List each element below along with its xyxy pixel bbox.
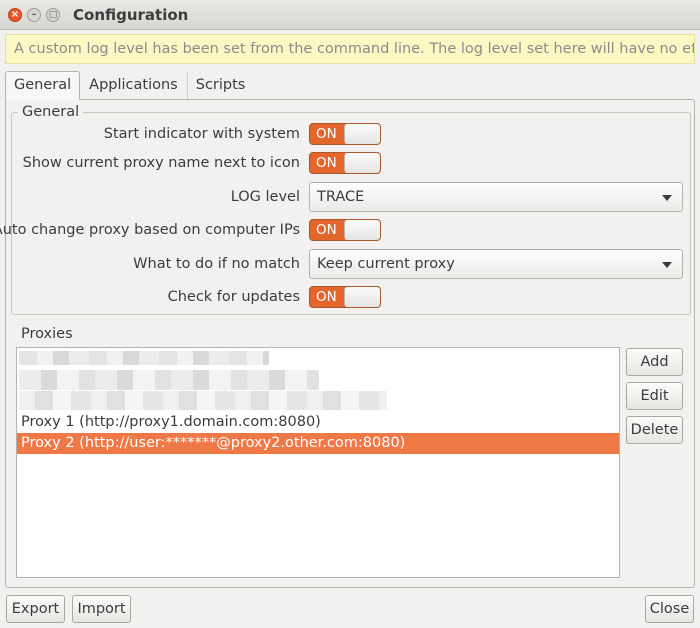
show-proxy-name-row: Show current proxy name next to icon ON [12,151,692,175]
auto-change-label: Auto change proxy based on computer IPs [0,222,300,238]
proxy-list-item-selected[interactable]: Proxy 2 (http://user:*******@proxy2.othe… [17,433,619,454]
show-proxy-name-toggle[interactable]: ON [309,152,381,174]
log-level-row: LOG level TRACE [12,182,692,212]
window-title: Configuration [73,6,189,24]
add-proxy-button[interactable]: Add [626,348,683,376]
tab-bar: General Applications Scripts [5,71,254,100]
toggle-on-label: ON [316,126,337,142]
tab-applications[interactable]: Applications [80,71,187,100]
maximize-window-icon[interactable]: □ [46,8,60,22]
minimize-window-icon[interactable]: – [27,8,41,22]
no-match-value: Keep current proxy [317,256,455,272]
no-match-row: What to do if no match Keep current prox… [12,249,692,279]
proxies-group-title: Proxies [17,325,77,343]
tab-general[interactable]: General [5,71,81,100]
show-proxy-name-label: Show current proxy name next to icon [22,155,300,171]
start-indicator-toggle[interactable]: ON [309,123,381,145]
toggle-knob [344,287,380,307]
import-button[interactable]: Import [72,595,131,623]
toggle-on-label: ON [316,155,337,171]
log-level-info-bar: A custom log level has been set from the… [5,34,695,64]
dropdown-arrow-icon [662,262,672,268]
check-updates-toggle[interactable]: ON [309,286,381,308]
title-bar: × – □ Configuration [0,0,700,30]
general-group-title: General [18,103,84,121]
log-level-label: LOG level [230,189,300,205]
proxy-list-item[interactable]: Proxy 1 (http://proxy1.domain.com:8080) [17,412,619,433]
log-level-value: TRACE [317,189,365,205]
redacted-entry [19,391,387,410]
tab-scripts[interactable]: Scripts [186,71,255,100]
export-button[interactable]: Export [6,595,65,623]
start-indicator-label: Start indicator with system [103,126,300,142]
general-group: General Start indicator with system ON S… [0,103,692,315]
dropdown-arrow-icon [662,195,672,201]
toggle-knob [344,124,380,144]
check-updates-label: Check for updates [167,289,300,305]
toggle-knob [344,220,380,240]
toggle-on-label: ON [316,222,337,238]
close-window-icon[interactable]: × [8,8,22,22]
check-updates-row: Check for updates ON [12,285,692,309]
edit-proxy-button[interactable]: Edit [626,382,683,410]
toggle-on-label: ON [316,289,337,305]
redacted-entry [19,370,319,390]
no-match-label: What to do if no match [133,256,300,272]
toggle-knob [344,153,380,173]
redacted-entry [19,351,269,365]
general-tab-panel: General Start indicator with system ON S… [0,99,695,588]
start-indicator-row: Start indicator with system ON [12,122,692,146]
log-level-select[interactable]: TRACE [309,182,683,212]
proxy-list[interactable]: Proxy 1 (http://proxy1.domain.com:8080) … [16,347,620,578]
auto-change-row: Auto change proxy based on computer IPs … [0,218,692,242]
auto-change-toggle[interactable]: ON [309,219,381,241]
no-match-select[interactable]: Keep current proxy [309,249,683,279]
delete-proxy-button[interactable]: Delete [626,416,683,444]
close-button[interactable]: Close [645,595,694,623]
